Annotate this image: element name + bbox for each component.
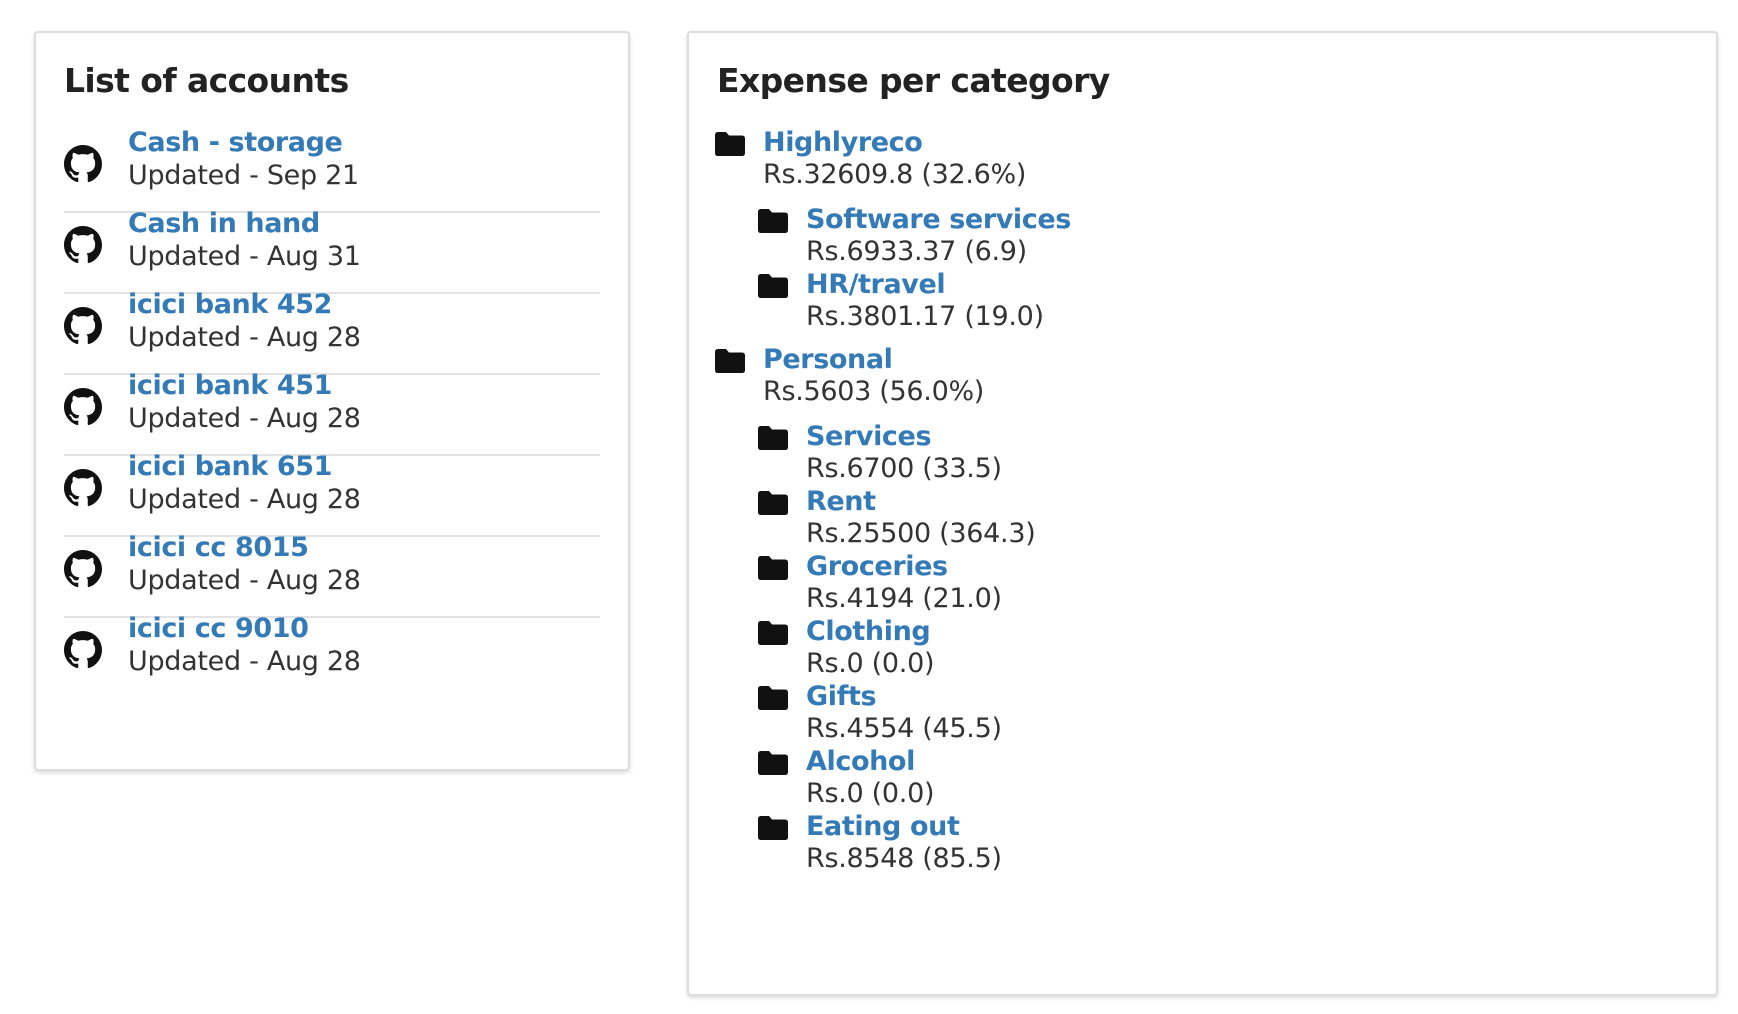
account-updated: Updated - Aug 28	[128, 646, 361, 677]
account-updated: Updated - Sep 21	[128, 160, 359, 191]
accounts-panel-title: List of accounts	[64, 61, 349, 100]
category-link[interactable]: Alcohol	[806, 745, 915, 779]
category-amount: Rs.25500 (364.3)	[806, 518, 1036, 549]
category-link[interactable]: Services	[806, 420, 932, 454]
account-updated: Updated - Aug 28	[128, 484, 361, 515]
category-link[interactable]: HR/travel	[806, 268, 946, 302]
folder-icon	[758, 209, 788, 233]
account-item: icici cc 9010 Updated - Aug 28	[64, 609, 600, 699]
category-link[interactable]: Rent	[806, 485, 876, 519]
account-updated: Updated - Aug 28	[128, 322, 361, 353]
category-link[interactable]: Personal	[763, 343, 893, 377]
folder-icon	[758, 556, 788, 580]
account-updated: Updated - Aug 28	[128, 565, 361, 596]
page: List of accounts Cash - storage Updated -…	[0, 0, 1738, 1014]
account-link[interactable]: Cash in hand	[128, 207, 320, 241]
folder-icon	[758, 816, 788, 840]
category-amount: Rs.6933.37 (6.9)	[806, 236, 1027, 267]
github-icon	[64, 145, 102, 183]
folder-icon	[758, 751, 788, 775]
account-item: Cash - storage Updated - Sep 21	[64, 123, 600, 213]
category-amount: Rs.0 (0.0)	[806, 648, 935, 679]
github-icon	[64, 550, 102, 588]
category-amount: Rs.6700 (33.5)	[806, 453, 1002, 484]
account-item: Cash in hand Updated - Aug 31	[64, 204, 600, 294]
folder-icon	[758, 621, 788, 645]
category-link[interactable]: Software services	[806, 203, 1071, 237]
folder-icon	[715, 132, 745, 156]
account-item: icici bank 451 Updated - Aug 28	[64, 366, 600, 456]
category-link[interactable]: Highlyreco	[763, 126, 923, 160]
account-updated: Updated - Aug 28	[128, 403, 361, 434]
category-amount: Rs.5603 (56.0%)	[763, 376, 985, 407]
github-icon	[64, 388, 102, 426]
account-item: icici bank 651 Updated - Aug 28	[64, 447, 600, 537]
account-link[interactable]: icici bank 651	[128, 450, 332, 484]
github-icon	[64, 226, 102, 264]
category-amount: Rs.3801.17 (19.0)	[806, 301, 1044, 332]
folder-icon	[758, 491, 788, 515]
folder-icon	[758, 686, 788, 710]
account-updated: Updated - Aug 31	[128, 241, 361, 272]
expense-panel-title: Expense per category	[717, 61, 1110, 100]
category-amount: Rs.4194 (21.0)	[806, 583, 1002, 614]
category-amount: Rs.8548 (85.5)	[806, 843, 1002, 874]
category-amount: Rs.4554 (45.5)	[806, 713, 1002, 744]
github-icon	[64, 307, 102, 345]
category-link[interactable]: Gifts	[806, 680, 877, 714]
account-link[interactable]: Cash - storage	[128, 126, 343, 160]
account-item: icici bank 452 Updated - Aug 28	[64, 285, 600, 375]
category-link[interactable]: Clothing	[806, 615, 931, 649]
account-link[interactable]: icici bank 452	[128, 288, 332, 322]
account-link[interactable]: icici bank 451	[128, 369, 332, 403]
github-icon	[64, 469, 102, 507]
github-icon	[64, 631, 102, 669]
category-link[interactable]: Groceries	[806, 550, 948, 584]
category-link[interactable]: Eating out	[806, 810, 960, 844]
accounts-panel: List of accounts Cash - storage Updated -…	[34, 31, 630, 771]
category-amount: Rs.32609.8 (32.6%)	[763, 159, 1027, 190]
account-link[interactable]: icici cc 8015	[128, 531, 309, 565]
expense-panel: Expense per category Highlyreco Rs.32609.…	[687, 31, 1718, 996]
folder-icon	[715, 349, 745, 373]
folder-icon	[758, 426, 788, 450]
account-link[interactable]: icici cc 9010	[128, 612, 309, 646]
account-item: icici cc 8015 Updated - Aug 28	[64, 528, 600, 618]
folder-icon	[758, 274, 788, 298]
category-amount: Rs.0 (0.0)	[806, 778, 935, 809]
